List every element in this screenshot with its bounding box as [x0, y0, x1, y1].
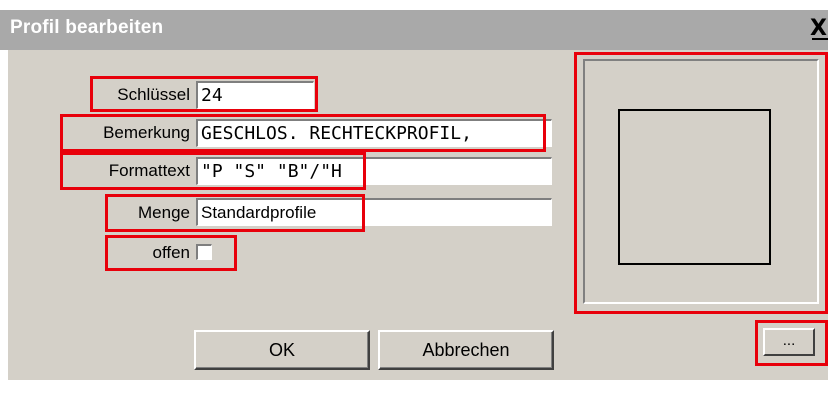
- offen-label: offen: [152, 243, 190, 262]
- profile-preview: [583, 59, 819, 304]
- formattext-input[interactable]: "P "S" "B"/"H: [196, 157, 552, 185]
- offen-checkbox[interactable]: [196, 244, 212, 260]
- close-button[interactable]: X: [810, 16, 828, 42]
- window-title: Profil bearbeiten: [10, 17, 164, 38]
- bemerkung-input[interactable]: GESCHLOS. RECHTECKPROFIL,: [196, 119, 552, 147]
- browse-button[interactable]: ...: [763, 328, 815, 356]
- schluessel-input[interactable]: 24: [196, 81, 314, 109]
- formattext-label: Formattext: [108, 161, 190, 180]
- cancel-button[interactable]: Abbrechen: [378, 330, 554, 370]
- ok-button[interactable]: OK: [194, 330, 370, 370]
- menge-label: Menge: [138, 203, 190, 222]
- bemerkung-label: Bemerkung: [103, 123, 190, 142]
- rectangle-profile-shape: [618, 109, 771, 265]
- window-titlebar: Profil bearbeiten X: [0, 10, 828, 50]
- menge-input[interactable]: Standardprofile: [196, 198, 552, 226]
- schluessel-label: Schlüssel: [117, 85, 190, 104]
